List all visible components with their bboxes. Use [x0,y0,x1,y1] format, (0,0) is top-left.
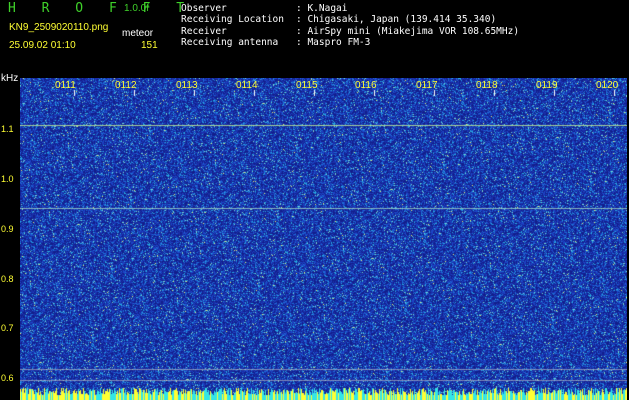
meta-key: Receiving antenna [181,37,279,49]
spectrogram-plot [20,78,627,400]
meta-key: Receiver [181,25,227,37]
brand-title: H R O F F T [8,1,194,16]
x-label-0117: 0117 [416,80,438,91]
x-label-0120: 0120 [596,80,619,91]
x-label-0118: 0118 [476,80,498,91]
meta-row-antenna: Receiving antenna : Maspro FM-3 [181,37,519,48]
y-tick-0-6: 0.6 [1,373,14,383]
meta-value: : K.Nagai [296,3,348,14]
x-label-0115: 0115 [296,80,318,91]
count-label: 151 [141,40,158,51]
meta-value: : AirSpy mini (Miakejima VOR 108.65MHz) [296,25,520,37]
x-label-0112: 0112 [115,80,137,91]
x-label-0116: 0116 [355,80,377,91]
meta-key: Receiving Location [181,14,284,26]
meta-key: Observer [181,3,227,14]
y-tick-0-8: 0.8 [1,274,14,284]
meta-row-observer: Observer : K.Nagai [181,3,519,14]
x-label-0113: 0113 [176,80,198,91]
meta-row-receiver: Receiver : AirSpy mini (Miakejima VOR 108… [181,26,519,37]
meta-row-location: Receiving Location : Chigasaki, Japan (13… [181,14,519,25]
version-label: 1.0.0f [124,3,150,14]
y-tick-1-0: 1.0 [1,174,14,184]
y-tick-0-7: 0.7 [1,323,14,333]
metadata-block: Observer : K.Nagai Receiving Location : Ch… [181,3,519,49]
meta-value: : Chigasaki, Japan (139.414 35.340) [296,14,497,26]
y-tick-1-1: 1.1 [1,124,14,134]
filename-label: KN9_2509020110.png [9,22,109,33]
spectrogram-canvas [20,78,627,400]
meta-value: : Maspro FM-3 [296,37,371,49]
y-tick-0-9: 0.9 [1,224,14,234]
mode-label: meteor [122,28,154,39]
x-label-0119: 0119 [536,80,558,91]
y-unit-label: kHz [1,73,19,84]
x-label-0111: 0111 [55,80,76,91]
header-panel: H R O F F T 1.0.0f KN9_2509020110.png me… [0,0,629,78]
datetime-label: 25.09.02 01:10 [9,40,76,51]
x-label-0114: 0114 [236,80,258,91]
